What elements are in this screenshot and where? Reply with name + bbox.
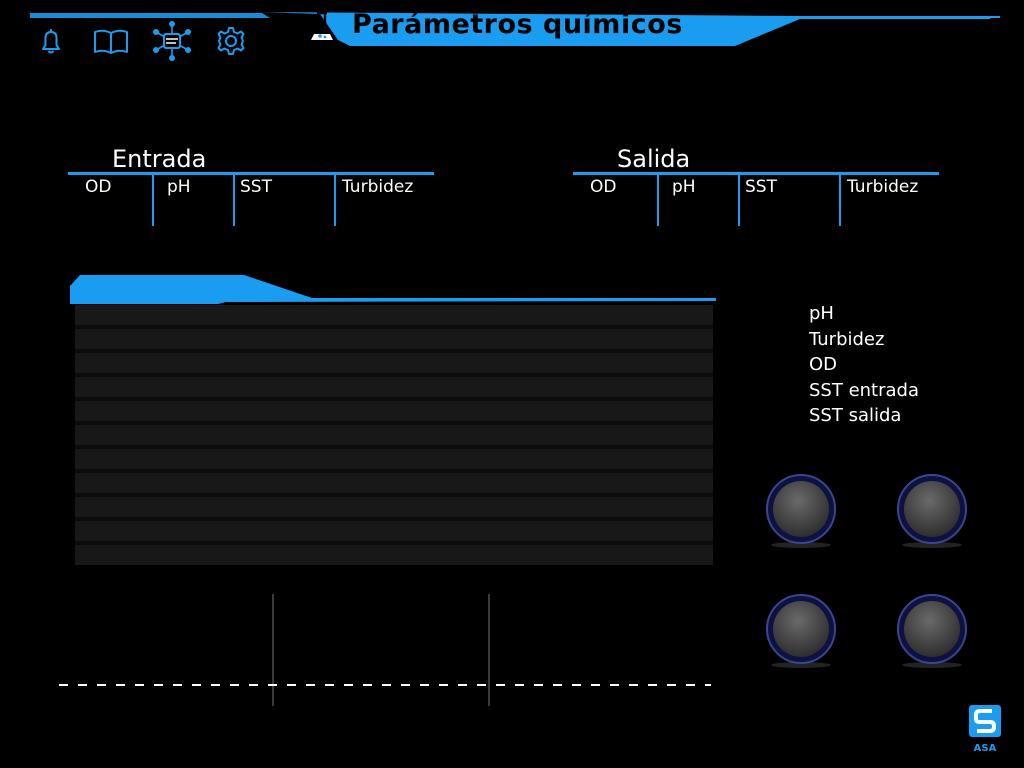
network-icon[interactable] [152, 20, 192, 62]
knob-button[interactable] [765, 593, 837, 673]
entrada-col-ph: pH [167, 177, 191, 197]
svg-text:ASA: ASA [974, 743, 997, 754]
legend-item-turbidez[interactable]: Turbidez [809, 327, 919, 353]
salida-col-od: OD [590, 177, 617, 197]
chart-area [75, 305, 713, 565]
entrada-col-turbidez: Turbidez [342, 177, 414, 197]
chart-axis [59, 594, 711, 706]
legend-item-od[interactable]: OD [809, 352, 919, 378]
salida-col-ph: pH [672, 177, 696, 197]
entrada-col-od: OD [85, 177, 112, 197]
salida-col-sst: SST [745, 177, 777, 197]
knob-button[interactable] [896, 473, 968, 553]
salida-col-turbidez: Turbidez [847, 177, 919, 197]
entrada-col-sst: SST [240, 177, 272, 197]
entrada-title: Entrada [112, 145, 207, 173]
knob-button[interactable] [896, 593, 968, 673]
salida-col-separator [657, 175, 659, 226]
entrada-col-separator [233, 175, 235, 226]
asa-logo: ASA [969, 705, 1001, 754]
entrada-col-separator [334, 175, 336, 226]
salida-col-separator [738, 175, 740, 226]
entrada-table: Entrada OD pH SST Turbidez [68, 140, 436, 230]
gear-icon[interactable] [214, 24, 248, 58]
bell-icon[interactable] [34, 24, 68, 58]
page-title: Parámetros químicos [352, 9, 683, 40]
salida-col-separator [839, 175, 841, 226]
book-icon[interactable] [93, 24, 128, 58]
legend-item-sst-entrada[interactable]: SST entrada [809, 378, 919, 404]
chart-legend: pH Turbidez OD SST entrada SST salida [809, 301, 919, 429]
entrada-col-separator [152, 175, 154, 226]
salida-divider [573, 172, 939, 175]
entrada-divider [68, 172, 434, 175]
legend-item-sst-salida[interactable]: SST salida [809, 403, 919, 429]
legend-item-ph[interactable]: pH [809, 301, 919, 327]
flask-icon [308, 10, 336, 44]
salida-table: Salida OD pH SST Turbidez [573, 140, 941, 230]
knob-button[interactable] [765, 473, 837, 553]
chart-header-tab [70, 275, 716, 304]
salida-title: Salida [617, 145, 691, 173]
